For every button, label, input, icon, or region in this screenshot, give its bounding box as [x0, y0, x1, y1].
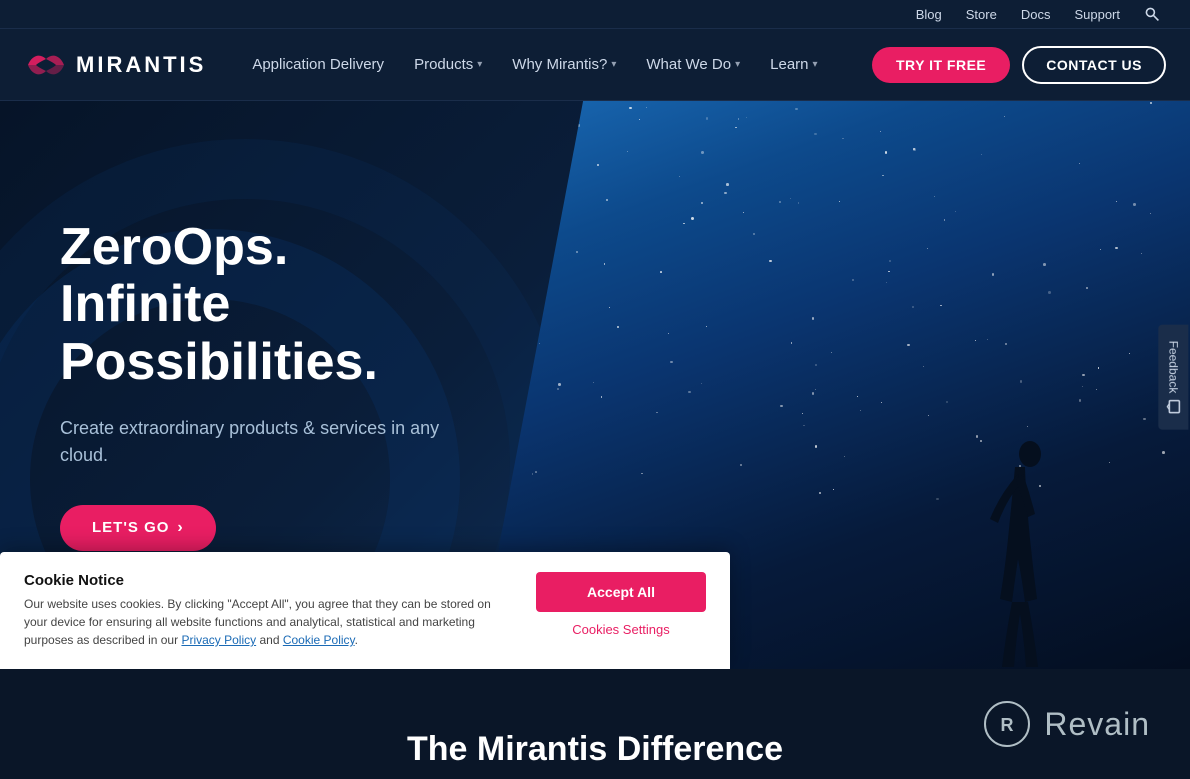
privacy-policy-link[interactable]: Privacy Policy	[181, 633, 256, 647]
nav-application-delivery[interactable]: Application Delivery	[238, 48, 398, 81]
cookie-body: Our website uses cookies. By clicking "A…	[24, 595, 516, 649]
feedback-tab[interactable]: Feedback	[1159, 324, 1189, 429]
utility-bar: Blog Store Docs Support	[0, 0, 1190, 29]
logo-icon	[24, 51, 68, 79]
hero-section: ZeroOps. Infinite Possibilities. Create …	[0, 101, 1190, 669]
cookie-policy-link[interactable]: Cookie Policy	[283, 633, 355, 647]
products-chevron-icon: ▾	[477, 59, 482, 70]
arrow-icon: ›	[177, 519, 183, 537]
cookies-settings-link[interactable]: Cookies Settings	[572, 622, 670, 637]
hero-title: ZeroOps. Infinite Possibilities.	[60, 219, 460, 391]
feedback-icon	[1167, 399, 1181, 413]
nav-why-mirantis[interactable]: Why Mirantis? ▾	[498, 48, 630, 81]
main-nav: MIRANTIS Application Delivery Products ▾…	[0, 29, 1190, 101]
bottom-heading: The Mirantis Difference	[407, 730, 783, 769]
revain-text: Revain	[1044, 706, 1150, 743]
nav-links: Application Delivery Products ▾ Why Mira…	[238, 48, 872, 81]
hero-content: ZeroOps. Infinite Possibilities. Create …	[0, 219, 520, 551]
lets-go-button[interactable]: LET'S GO ›	[60, 505, 216, 551]
search-button[interactable]	[1144, 6, 1160, 22]
revain-icon: R	[982, 699, 1032, 749]
logo-text: MIRANTIS	[76, 52, 206, 78]
bottom-section: R Revain The Mirantis Difference	[0, 669, 1190, 779]
support-link[interactable]: Support	[1074, 7, 1120, 22]
feedback-label: Feedback	[1167, 340, 1181, 393]
svg-text:R: R	[1001, 715, 1014, 735]
logo[interactable]: MIRANTIS	[24, 51, 206, 79]
hero-subtitle: Create extraordinary products & services…	[60, 415, 460, 469]
cookie-title: Cookie Notice	[24, 572, 516, 589]
search-icon	[1144, 6, 1160, 22]
cookie-text-wrap: Cookie Notice Our website uses cookies. …	[24, 572, 516, 649]
person-silhouette	[970, 439, 1070, 669]
nav-products[interactable]: Products ▾	[400, 48, 496, 81]
blog-link[interactable]: Blog	[916, 7, 942, 22]
docs-link[interactable]: Docs	[1021, 7, 1051, 22]
learn-chevron-icon: ▾	[813, 59, 818, 70]
cookie-notice: Cookie Notice Our website uses cookies. …	[0, 552, 730, 669]
nav-actions: TRY IT FREE CONTACT US	[872, 46, 1166, 84]
contact-us-button[interactable]: CONTACT US	[1022, 46, 1166, 84]
accept-all-button[interactable]: Accept All	[536, 572, 706, 612]
try-free-button[interactable]: TRY IT FREE	[872, 47, 1010, 83]
what-we-do-chevron-icon: ▾	[735, 59, 740, 70]
revain-logo: R Revain	[982, 699, 1150, 749]
nav-what-we-do[interactable]: What We Do ▾	[632, 48, 754, 81]
why-mirantis-chevron-icon: ▾	[611, 59, 616, 70]
cookie-actions: Accept All Cookies Settings	[536, 572, 706, 637]
nav-learn[interactable]: Learn ▾	[756, 48, 831, 81]
store-link[interactable]: Store	[966, 7, 997, 22]
